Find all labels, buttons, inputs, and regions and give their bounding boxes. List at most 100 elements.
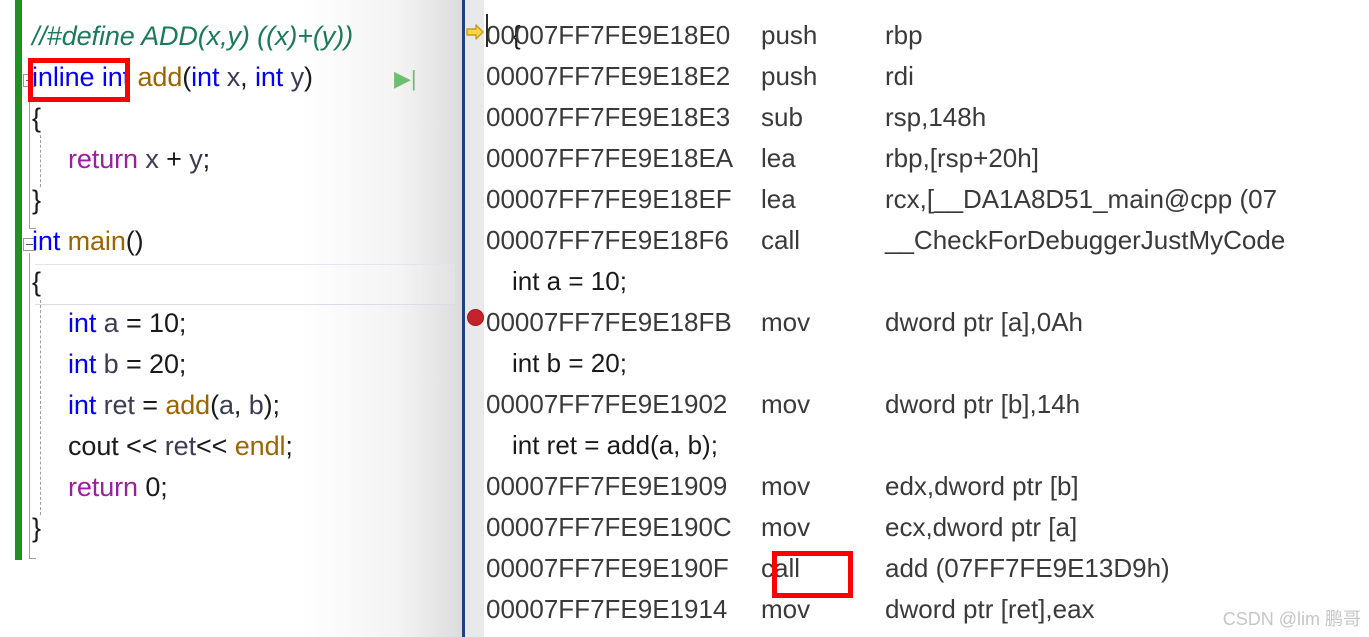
source-line[interactable]: int main(): [0, 221, 462, 262]
instruction-mnemonic: call: [761, 225, 801, 255]
source-line[interactable]: {: [0, 98, 462, 139]
source-token: ;: [178, 308, 187, 338]
source-line[interactable]: cout << ret<< endl;: [0, 426, 462, 467]
instruction-address: 00007FF7FE9E18EF: [486, 184, 732, 214]
text-caret: [486, 14, 488, 47]
disassembly-source-text: int ret = add(a, b);: [512, 430, 718, 460]
instruction-address: 00007FF7FE9E190F: [486, 553, 729, 583]
disassembly-view[interactable]: { 00007FF7FE9E18E0 push rbp 00007FF7FE9E18E…: [465, 0, 1369, 637]
instruction-mnemonic: mov: [761, 471, 811, 501]
source-line[interactable]: return 0;: [0, 467, 462, 508]
disassembly-instruction-row[interactable]: 00007FF7FE9E18E0 push rbp: [465, 15, 1369, 56]
annotation-box-inline-keyword: [28, 58, 130, 102]
source-token: [60, 226, 67, 256]
source-token: =: [134, 390, 166, 420]
fold-region-foot-main: [29, 558, 36, 559]
breakpoint-marker[interactable]: [467, 309, 484, 326]
source-token: [96, 349, 103, 379]
instruction-mnemonic: lea: [761, 184, 796, 214]
source-line[interactable]: }: [0, 180, 462, 221]
source-token: return: [68, 472, 138, 502]
source-line[interactable]: int ret = add(a, b);: [0, 385, 462, 426]
instruction-operands: rdi: [885, 61, 914, 91]
disassembly-instruction-row[interactable]: 00007FF7FE9E190C mov ecx,dword ptr [a]: [465, 507, 1369, 548]
source-token: ,: [240, 62, 255, 92]
source-token: ;: [178, 349, 187, 379]
source-token: [283, 62, 290, 92]
instruction-mnemonic: push: [761, 20, 818, 50]
source-token: x: [145, 144, 159, 174]
source-line-text: }: [32, 508, 41, 549]
disassembly-instruction-row[interactable]: 00007FF7FE9E18EA lea rbp,[rsp+20h]: [465, 138, 1369, 179]
source-line-text: cout << ret<< endl;: [68, 426, 293, 467]
disassembly-instruction-row[interactable]: 00007FF7FE9E18E2 push rdi: [465, 56, 1369, 97]
instruction-mnemonic: sub: [761, 102, 803, 132]
disassembly-instruction-row[interactable]: 00007FF7FE9E18FB mov dword ptr [a],0Ah: [465, 302, 1369, 343]
source-token: }: [32, 513, 41, 543]
instruction-address: 00007FF7FE9E1914: [486, 594, 728, 624]
pane-divider[interactable]: [462, 0, 465, 637]
source-line[interactable]: }: [0, 508, 462, 549]
instruction-address: 00007FF7FE9E190C: [486, 512, 732, 542]
disassembly-source-text: int a = 10;: [512, 266, 627, 296]
instruction-operands: ecx,dword ptr [a]: [885, 512, 1078, 542]
source-line-text: {: [32, 98, 41, 139]
source-token: int: [68, 349, 97, 379]
source-token: +: [158, 144, 190, 174]
source-token: a: [218, 390, 234, 420]
source-token: b: [103, 349, 119, 379]
instruction-address: 00007FF7FE9E1902: [486, 389, 728, 419]
instruction-operands: add (07FF7FE9E13D9h): [885, 553, 1170, 583]
source-line[interactable]: int b = 20;: [0, 344, 462, 385]
instruction-mnemonic: mov: [761, 307, 811, 337]
source-token: [96, 390, 103, 420]
source-token: add: [137, 62, 183, 92]
disassembly-source-row[interactable]: int ret = add(a, b);: [465, 425, 1369, 466]
source-token: =: [118, 349, 150, 379]
source-token: ;: [202, 144, 211, 174]
source-token: //#define ADD(x,y) ((x)+(y)): [32, 21, 353, 51]
screenshot-root: //#define ADD(x,y) ((x)+(y)) inline int a…: [0, 0, 1369, 637]
disassembly-instruction-row[interactable]: 00007FF7FE9E190F call add (07FF7FE9E13D9h): [465, 548, 1369, 589]
source-token: ): [304, 62, 313, 92]
source-token: int: [254, 62, 284, 92]
source-line-text: int ret = add(a, b);: [68, 385, 280, 426]
source-line-text: return x + y;: [68, 139, 210, 180]
instruction-address: 00007FF7FE9E18E2: [486, 61, 731, 91]
source-token: ;: [160, 472, 168, 502]
disassembly-instruction-row[interactable]: 00007FF7FE9E18E3 sub rsp,148h: [465, 97, 1369, 138]
source-token: 10: [149, 308, 179, 338]
disassembly-instruction-row[interactable]: 00007FF7FE9E1902 mov dword ptr [b],14h: [465, 384, 1369, 425]
source-line[interactable]: int a = 10;: [0, 303, 462, 344]
instruction-operands: edx,dword ptr [b]: [885, 471, 1079, 501]
instruction-operands: dword ptr [ret],eax: [885, 594, 1095, 624]
source-token: return: [68, 144, 138, 174]
source-token: y: [290, 62, 305, 92]
source-token: add: [165, 390, 211, 420]
disassembly-source-text: int b = 20;: [512, 348, 627, 378]
source-token: [96, 308, 103, 338]
instruction-operands: rbp: [885, 20, 923, 50]
instruction-address: 00007FF7FE9E18FB: [486, 307, 732, 337]
instruction-operands: rbp,[rsp+20h]: [885, 143, 1039, 173]
disassembly-source-row[interactable]: int b = 20;: [465, 343, 1369, 384]
source-line[interactable]: return x + y;: [0, 139, 462, 180]
run-to-cursor-marker[interactable]: ▶|: [394, 58, 417, 99]
disassembly-instruction-row[interactable]: 00007FF7FE9E18EF lea rcx,[__DA1A8D51_main@…: [465, 179, 1369, 220]
disassembly-instruction-row[interactable]: 00007FF7FE9E18F6 call __CheckForDebuggerJu…: [465, 220, 1369, 261]
source-token: cout: [68, 431, 119, 461]
source-line[interactable]: //#define ADD(x,y) ((x)+(y)): [0, 16, 462, 57]
source-line-text: //#define ADD(x,y) ((x)+(y)): [32, 16, 353, 57]
instruction-address: 00007FF7FE9E18F6: [486, 225, 729, 255]
source-token: <<: [118, 431, 165, 461]
source-line[interactable]: {: [0, 262, 462, 303]
source-token: (: [210, 390, 219, 420]
source-token: x: [226, 62, 241, 92]
execution-pointer-arrow: [466, 24, 484, 40]
source-token: a: [103, 308, 119, 338]
source-line-text: {: [32, 262, 41, 303]
instruction-address: 00007FF7FE9E18EA: [486, 143, 734, 173]
disassembly-instruction-row[interactable]: 00007FF7FE9E1909 mov edx,dword ptr [b]: [465, 466, 1369, 507]
instruction-address: 00007FF7FE9E1909: [486, 471, 728, 501]
disassembly-source-row[interactable]: int a = 10;: [465, 261, 1369, 302]
